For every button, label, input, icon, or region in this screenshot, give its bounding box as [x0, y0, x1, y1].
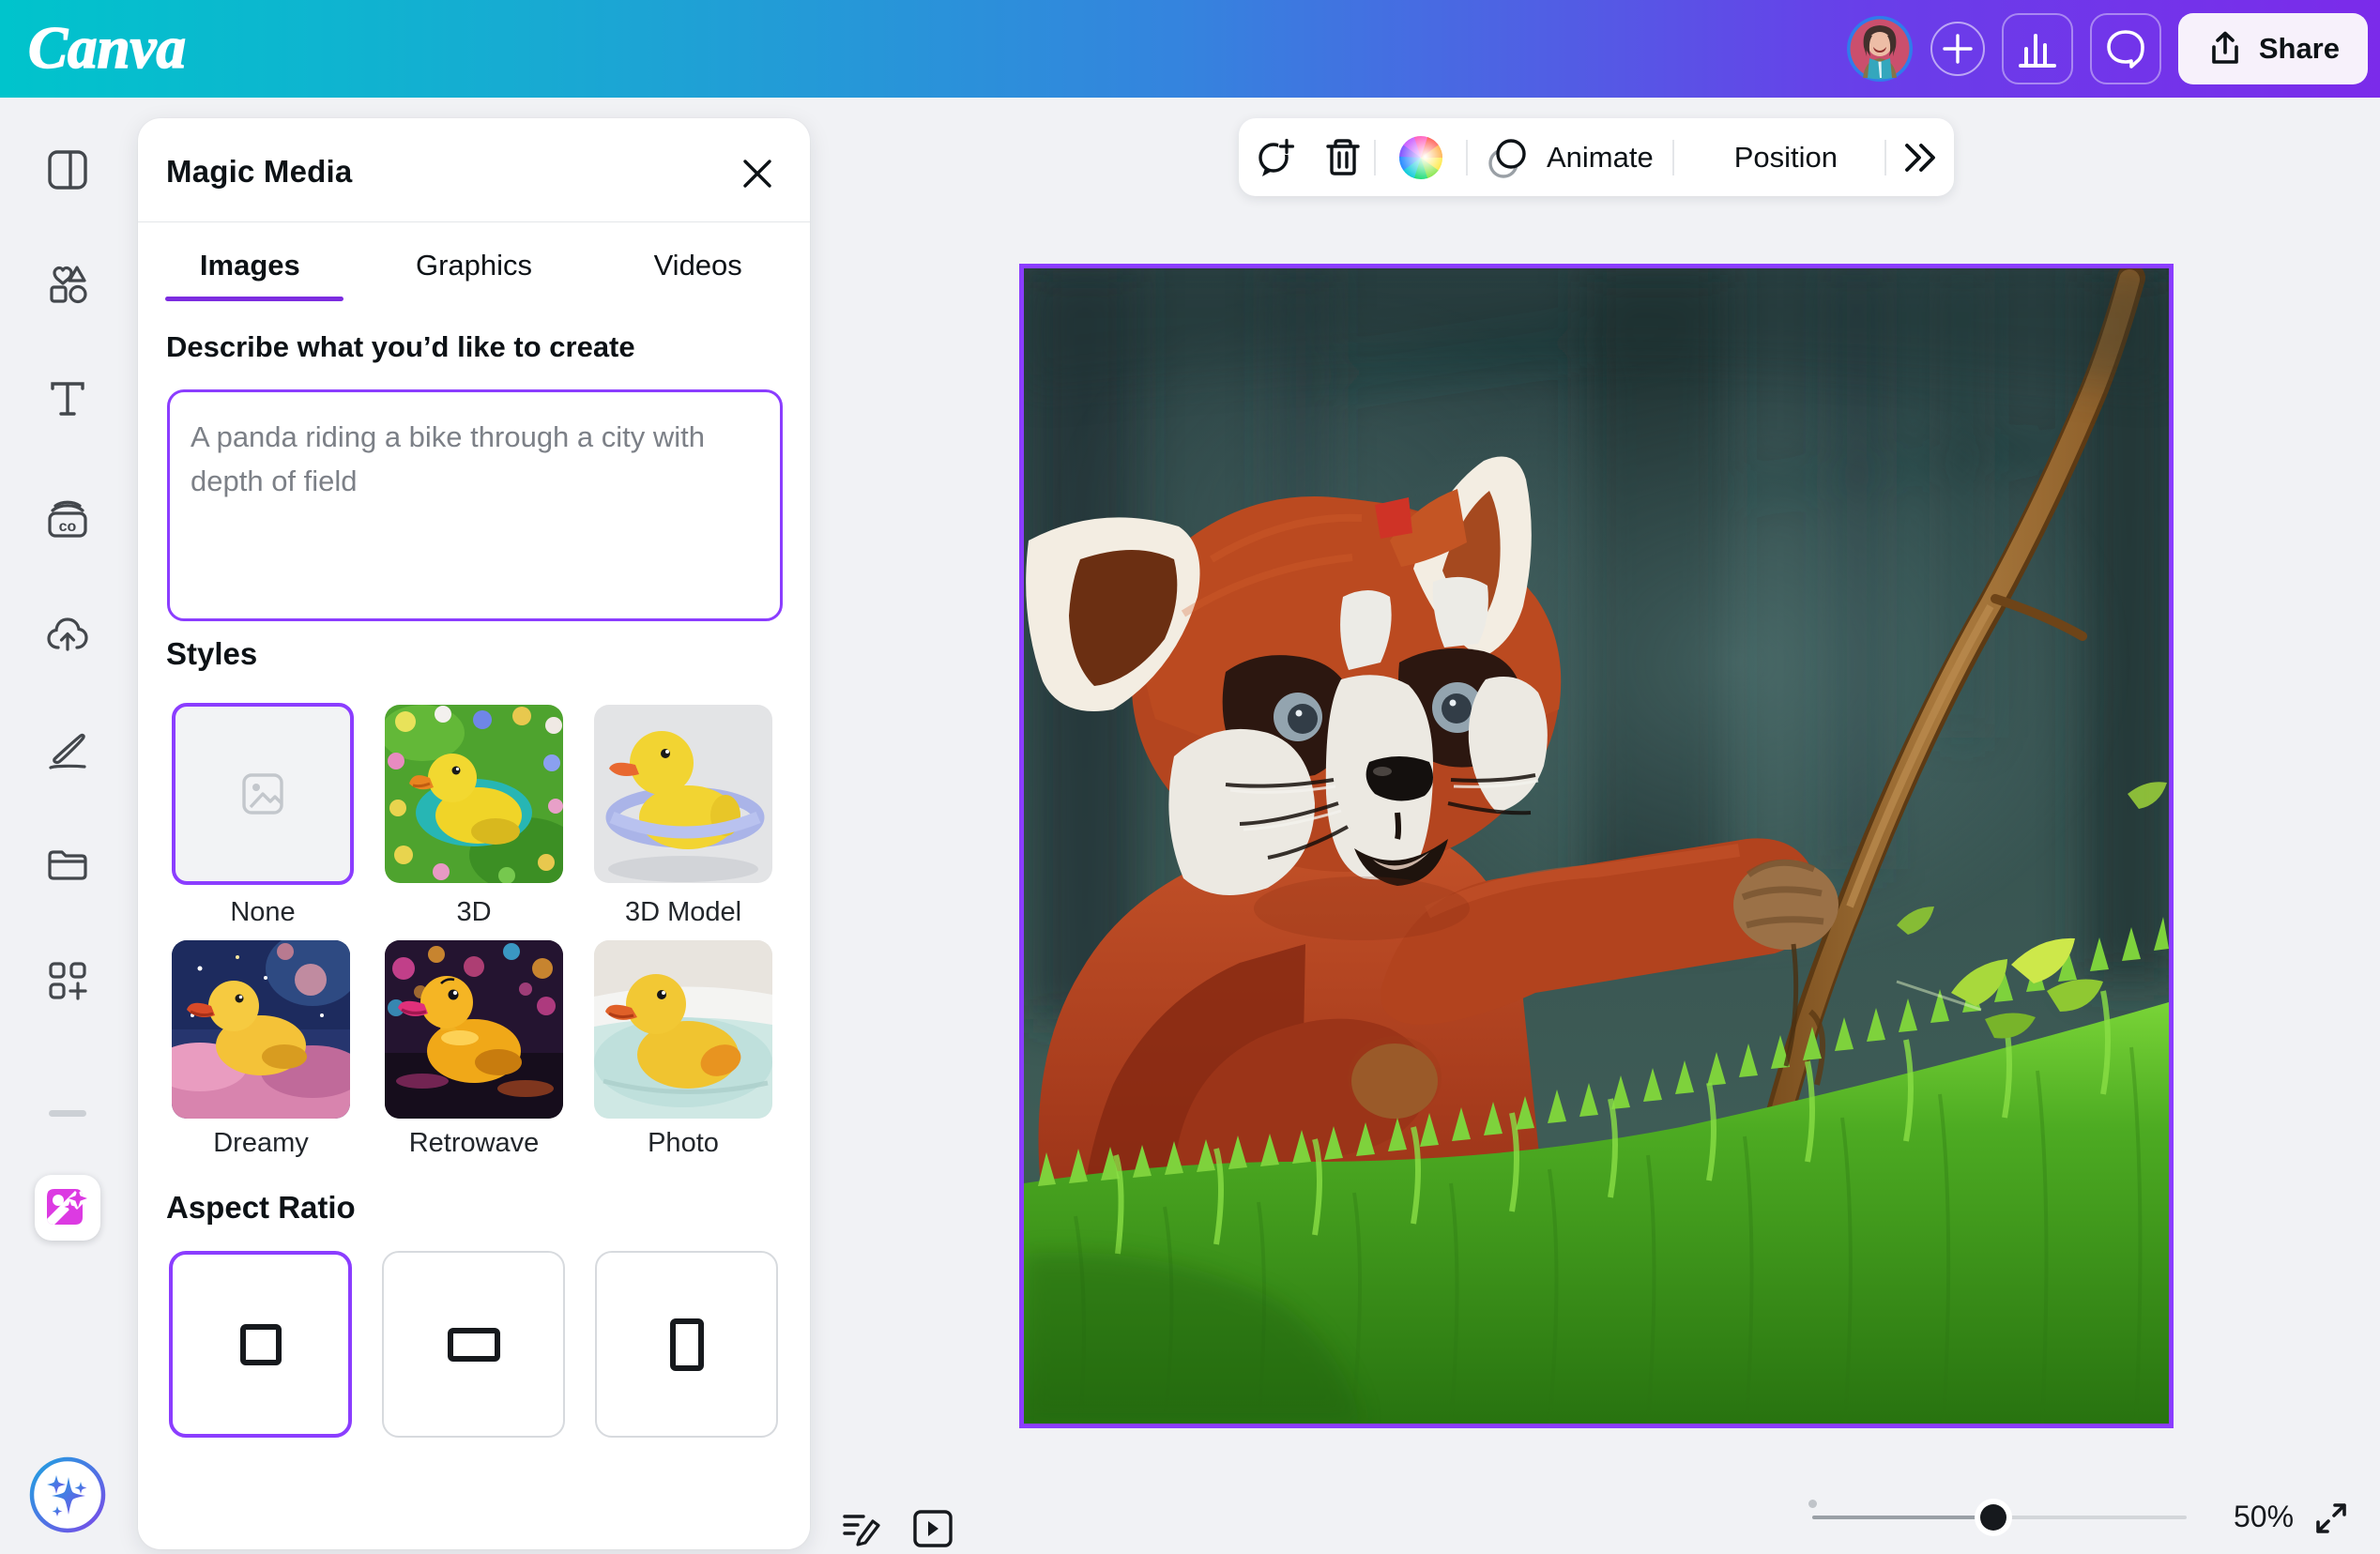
svg-text:co: co [59, 519, 77, 535]
svg-text:Canva: Canva [28, 17, 186, 81]
